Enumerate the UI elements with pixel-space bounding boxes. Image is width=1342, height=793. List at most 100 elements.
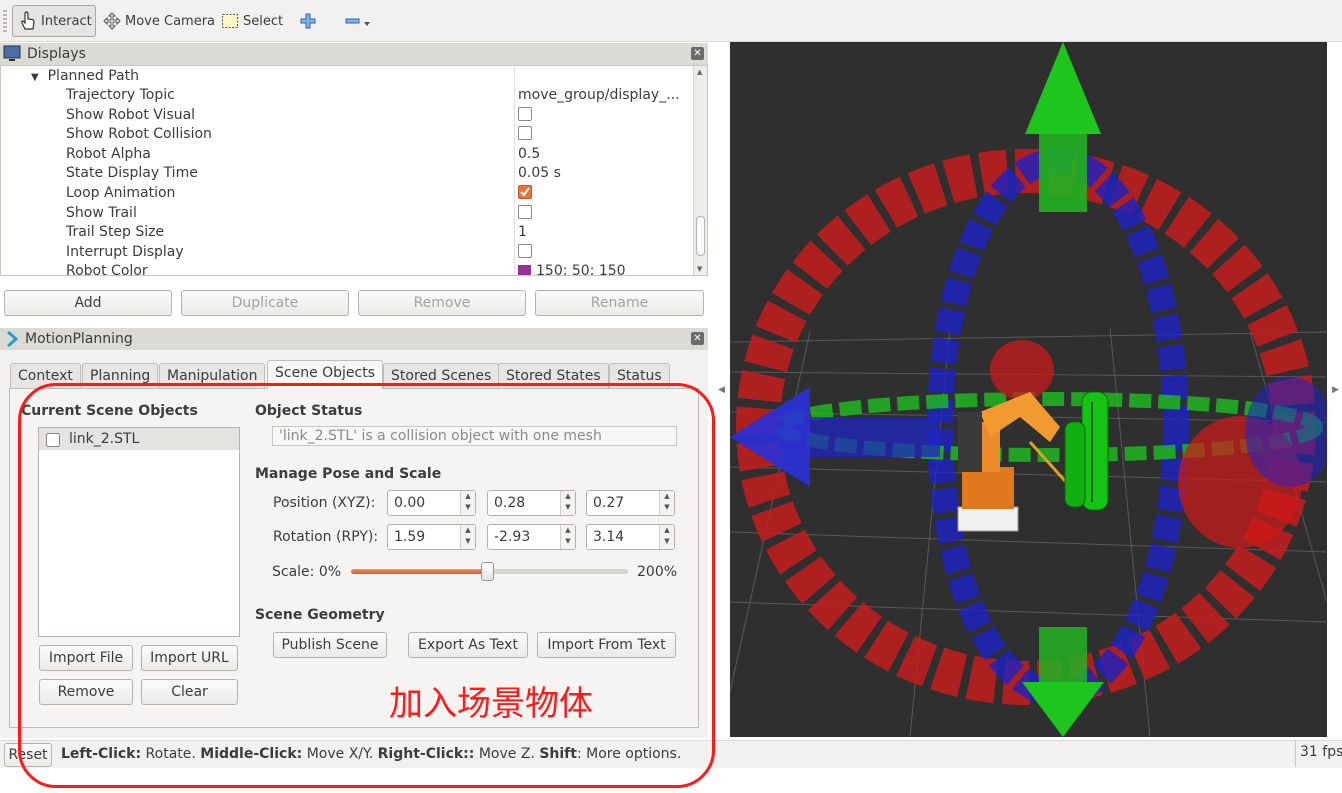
rotation-y-spinbox[interactable]: 3.14 ▲ ▼ bbox=[586, 524, 675, 550]
import-from-text-button[interactable]: Import From Text bbox=[537, 632, 676, 658]
remove-object-button[interactable]: Remove bbox=[39, 679, 133, 705]
property-row[interactable]: Interrupt Display bbox=[1, 243, 693, 264]
spin-arrows-icon[interactable]: ▲ ▼ bbox=[460, 525, 475, 549]
rename-display-button[interactable]: Rename bbox=[535, 290, 704, 316]
position-x-spinbox[interactable]: 0.00 ▲ ▼ bbox=[387, 490, 476, 516]
rotation-y-value: 3.14 bbox=[593, 529, 625, 545]
property-name: Trail Step Size bbox=[66, 224, 165, 241]
scene-object-checkbox[interactable] bbox=[46, 433, 60, 447]
select-label: Select bbox=[243, 13, 284, 29]
property-row[interactable]: Loop Animation bbox=[1, 185, 693, 205]
spin-arrows-icon[interactable]: ▲ ▼ bbox=[560, 525, 575, 549]
property-row[interactable]: Trajectory Topic move_group/display_... bbox=[1, 87, 693, 107]
left-click-key: Left-Click: bbox=[61, 746, 142, 762]
displays-scrollbar[interactable]: ▲ ▼ bbox=[693, 66, 707, 275]
property-checkbox[interactable] bbox=[518, 204, 532, 221]
property-value[interactable]: move_group/display_... bbox=[518, 87, 680, 103]
checked-box-icon[interactable] bbox=[518, 185, 532, 199]
property-color[interactable]: 150; 50; 150 bbox=[518, 263, 626, 275]
property-checkbox[interactable] bbox=[518, 243, 532, 260]
remove-tool-dropdown[interactable] bbox=[338, 5, 378, 37]
spin-arrows-icon[interactable]: ▲ ▼ bbox=[560, 491, 575, 515]
3d-viewport[interactable] bbox=[730, 42, 1327, 737]
position-z-spinbox[interactable]: 0.27 ▲ ▼ bbox=[586, 490, 675, 516]
property-checkbox[interactable] bbox=[518, 106, 532, 123]
displays-title: Displays bbox=[27, 46, 86, 62]
select-tool-button[interactable]: Select bbox=[215, 5, 289, 37]
tab-status[interactable]: Status bbox=[609, 363, 670, 388]
rotation-r-spinbox[interactable]: 1.59 ▲ ▼ bbox=[387, 524, 476, 550]
import-file-button[interactable]: Import File bbox=[39, 645, 133, 671]
scroll-down-icon[interactable]: ▼ bbox=[697, 265, 702, 273]
planned-path-group[interactable]: ▼ Planned Path bbox=[31, 68, 139, 84]
property-name: Trajectory Topic bbox=[66, 87, 175, 103]
left-click-desc: Rotate. bbox=[141, 746, 201, 762]
property-name: Robot Alpha bbox=[66, 145, 151, 162]
add-tool-button[interactable] bbox=[293, 5, 323, 37]
reset-button[interactable]: Reset bbox=[4, 743, 52, 767]
right-click-desc: Move Z. bbox=[474, 746, 540, 762]
tab-scene-objects[interactable]: Scene Objects bbox=[267, 360, 384, 389]
scroll-thumb[interactable] bbox=[696, 216, 705, 256]
tab-stored-states[interactable]: Stored States bbox=[498, 363, 609, 388]
tab-context[interactable]: Context bbox=[10, 363, 81, 388]
import-url-button[interactable]: Import URL bbox=[141, 645, 238, 671]
red-small-sphere[interactable] bbox=[990, 340, 1054, 400]
tab-planning[interactable]: Planning bbox=[82, 363, 159, 388]
toolbar-grip[interactable] bbox=[3, 10, 7, 32]
scene-objects-list[interactable]: link_2.STL bbox=[38, 427, 240, 637]
property-row[interactable]: Show Robot Collision bbox=[1, 126, 693, 146]
expand-arrow-icon[interactable]: ▼ bbox=[31, 72, 39, 83]
green-down-arrow[interactable] bbox=[1022, 627, 1104, 737]
color-swatch[interactable] bbox=[518, 264, 531, 275]
property-row[interactable]: Trail Step Size 1 bbox=[1, 224, 693, 244]
list-item[interactable]: link_2.STL bbox=[39, 428, 239, 450]
unchecked-box-icon[interactable] bbox=[518, 243, 532, 258]
property-value[interactable]: 1 bbox=[518, 224, 527, 240]
move-camera-tool-button[interactable]: Move Camera bbox=[97, 5, 221, 37]
close-displays-icon[interactable]: ✕ bbox=[691, 47, 704, 60]
duplicate-display-button[interactable]: Duplicate bbox=[181, 290, 349, 316]
spin-arrows-icon[interactable]: ▲ ▼ bbox=[659, 525, 674, 549]
object-status-title: Object Status bbox=[255, 403, 363, 419]
property-row[interactable]: Robot Alpha 0.5 bbox=[1, 146, 693, 166]
main-toolbar: Interact Move Camera Select bbox=[0, 0, 1342, 42]
unchecked-box-icon[interactable] bbox=[518, 106, 532, 121]
add-display-button[interactable]: Add bbox=[4, 290, 172, 316]
property-value[interactable]: 0.5 bbox=[518, 146, 540, 162]
spin-arrows-icon[interactable]: ▲ ▼ bbox=[460, 491, 475, 515]
link-2-stl-mesh bbox=[1064, 391, 1109, 511]
close-motion-planning-icon[interactable]: ✕ bbox=[691, 332, 704, 345]
remove-display-button[interactable]: Remove bbox=[358, 290, 526, 316]
scale-label: Scale: 0% bbox=[272, 564, 341, 580]
scroll-up-icon[interactable]: ▲ bbox=[697, 68, 702, 76]
splitter-right-arrow-icon[interactable]: ▶ bbox=[1332, 385, 1339, 395]
property-value[interactable]: 0.05 s bbox=[518, 165, 561, 181]
scale-slider[interactable] bbox=[351, 562, 628, 581]
tree-group-row[interactable]: ▼ Planned Path bbox=[1, 66, 693, 86]
scale-slider-handle[interactable] bbox=[480, 562, 494, 581]
property-checkbox[interactable] bbox=[518, 126, 532, 142]
property-row[interactable]: Robot Color 150; 50; 150 bbox=[1, 263, 693, 275]
tab-stored-scenes[interactable]: Stored Scenes bbox=[383, 363, 500, 388]
position-y-spinbox[interactable]: 0.28 ▲ ▼ bbox=[487, 490, 576, 516]
rotation-p-spinbox[interactable]: -2.93 ▲ ▼ bbox=[487, 524, 576, 550]
tab-manipulation[interactable]: Manipulation bbox=[159, 363, 266, 388]
publish-scene-button[interactable]: Publish Scene bbox=[273, 632, 387, 658]
property-row[interactable]: Show Trail bbox=[1, 204, 693, 225]
property-row[interactable]: State Display Time 0.05 s bbox=[1, 165, 693, 185]
property-checkbox[interactable] bbox=[518, 185, 532, 201]
splitter-left-arrow-icon[interactable]: ◀ bbox=[718, 385, 725, 395]
group-label: Planned Path bbox=[47, 68, 139, 84]
motion-planning-icon bbox=[7, 330, 19, 348]
unchecked-box-icon[interactable] bbox=[518, 126, 532, 141]
unchecked-box-icon[interactable] bbox=[518, 204, 532, 219]
interact-label: Interact bbox=[41, 13, 92, 29]
right-click-key: Right-Click:: bbox=[377, 746, 475, 762]
export-as-text-button[interactable]: Export As Text bbox=[408, 632, 528, 658]
property-row[interactable]: Show Robot Visual bbox=[1, 106, 693, 127]
clear-objects-button[interactable]: Clear bbox=[141, 679, 238, 705]
annotation-label: 加入场景物体 bbox=[389, 684, 593, 724]
spin-arrows-icon[interactable]: ▲ ▼ bbox=[659, 491, 674, 515]
interact-tool-button[interactable]: Interact bbox=[12, 5, 96, 37]
